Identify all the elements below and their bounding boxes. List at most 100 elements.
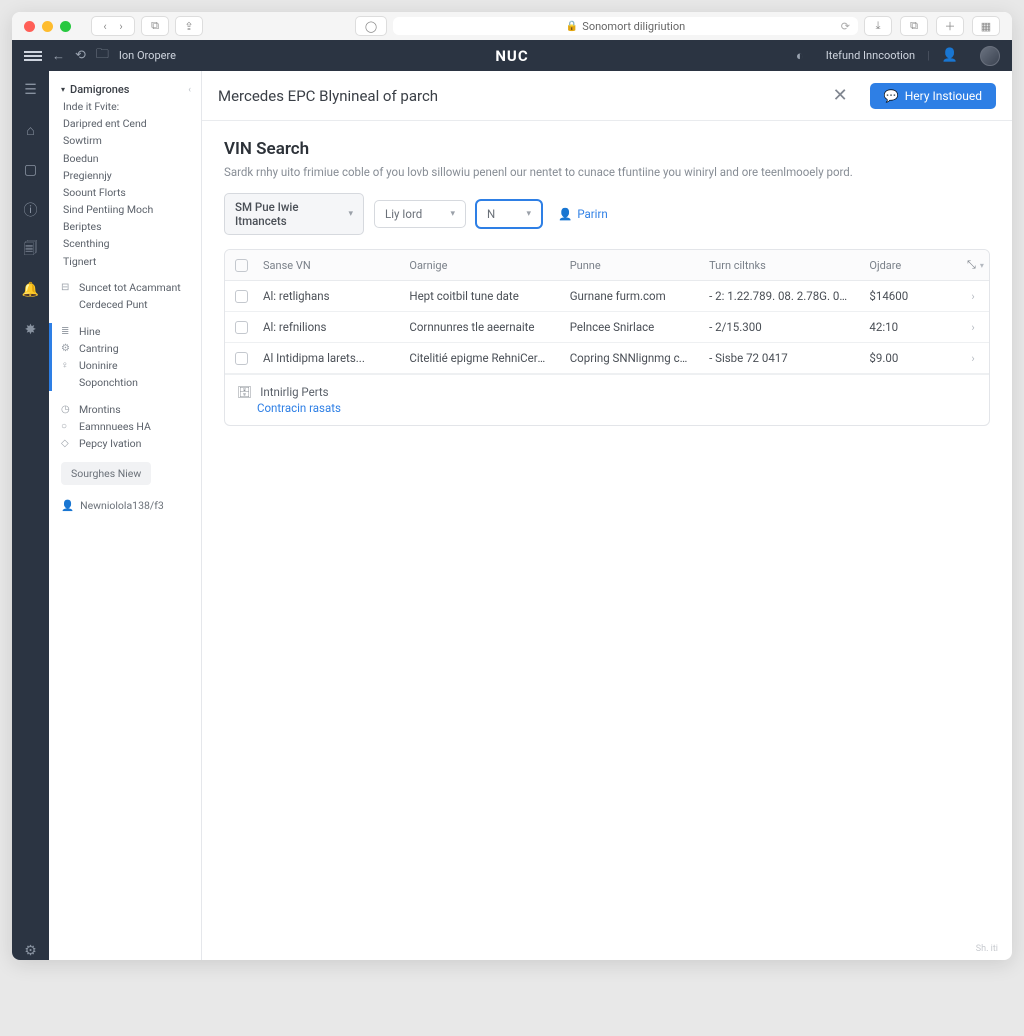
nav-item[interactable]: Scenthing: [63, 237, 191, 251]
nav-item[interactable]: Daripred ent Cend: [63, 117, 191, 131]
filter-select-3[interactable]: N ▾: [476, 200, 542, 228]
nav-item[interactable]: Sowtirm: [63, 134, 191, 148]
user-icon[interactable]: 👤: [942, 48, 958, 63]
row-expand-icon[interactable]: ›: [957, 282, 989, 311]
rail-clipboard-icon[interactable]: 🗐: [22, 241, 40, 259]
nav-item[interactable]: Soount Florts: [63, 186, 191, 200]
tag-icon: ◇: [61, 438, 73, 449]
minus-square-icon: ⊟: [61, 282, 73, 293]
col-header[interactable]: Ojdare: [859, 251, 957, 280]
rail-hamburger-icon[interactable]: ☰: [22, 81, 40, 99]
col-header[interactable]: Sanse VN: [253, 251, 399, 280]
share-icon[interactable]: ⇪: [182, 19, 196, 33]
nav-item[interactable]: Pregiennjy: [63, 169, 191, 183]
nav-forward-icon[interactable]: ›: [114, 19, 128, 33]
nav-item[interactable]: Tignert: [63, 255, 191, 269]
icon-rail: ☰ ⌂ ▢ ⓘ 🗐 🔔 ✸ ⚙: [12, 71, 49, 960]
nav-group-header[interactable]: ▾ Damigrones ‹: [61, 83, 191, 96]
person-filter-button[interactable]: 👤 Parirn: [552, 203, 614, 225]
nav-link-catalog[interactable]: ⚙ Cantring: [61, 340, 191, 357]
reload-icon[interactable]: ⟳: [841, 20, 850, 33]
url-text: Sonomort diligriution: [582, 20, 685, 33]
nav-tree-child[interactable]: Cerdeced Punt: [61, 296, 191, 313]
url-bar[interactable]: 🔒 Sonomort diligriution ⟳: [393, 17, 858, 35]
nav-tree-parent[interactable]: ⊟ Suncet tot Acammant: [61, 279, 191, 296]
tabs-icon[interactable]: ▦: [979, 19, 993, 33]
nav-link-home[interactable]: ≣ Hine: [61, 323, 191, 340]
nav-item[interactable]: Inde it Fvite:: [63, 100, 191, 114]
col-header[interactable]: Turn ciltnks: [699, 251, 859, 280]
new-tab-icon[interactable]: ＋: [943, 19, 957, 33]
filter-select-2[interactable]: Liy Iord ▾: [374, 200, 466, 228]
open-icon[interactable]: 🗀: [96, 45, 109, 67]
col-header-sort[interactable]: ⤡▾: [957, 250, 989, 280]
header-right-label[interactable]: Itefund Inncootion: [826, 49, 915, 62]
help-icon[interactable]: ◐: [796, 48, 804, 64]
table-footer: 🗄 Intnirlig Perts Contracin rasats: [225, 374, 989, 425]
rail-bell-icon[interactable]: 🔔: [22, 281, 40, 299]
nav-group-label: Damigrones: [70, 83, 129, 96]
table-row[interactable]: Al: refnilions Cornnunres tle aeernaite …: [225, 312, 989, 343]
rail-settings-icon[interactable]: ⚙: [22, 942, 40, 960]
sidebar-icon[interactable]: ⧉: [148, 19, 162, 33]
menu-toggle[interactable]: [24, 51, 42, 61]
nav-item[interactable]: Sind Pentiing Moch: [63, 203, 191, 217]
save-view-button[interactable]: Sourghes Niew: [61, 462, 151, 485]
nav-meta-1[interactable]: ○ Eamnnuees HA: [61, 418, 191, 435]
copy-icon[interactable]: ⧉: [907, 19, 921, 33]
page-title: Mercedes EPC Blynineal of parch: [218, 87, 438, 105]
table-header: Sanse VN Oarnige Punne Turn ciltnks Ojda…: [225, 250, 989, 281]
primary-action-button[interactable]: 💬 Hery Instioued: [870, 83, 996, 109]
caret-down-icon: ▾: [61, 85, 65, 94]
download-icon[interactable]: ⤓: [871, 19, 885, 33]
nav-meta-2[interactable]: ◇ Pepcy Ivation: [61, 435, 191, 452]
workspace-name[interactable]: Ion Oropere: [119, 49, 176, 62]
nav-item[interactable]: Boedun: [63, 152, 191, 166]
close-window[interactable]: [24, 21, 35, 32]
app-logo: NUC: [495, 47, 528, 65]
user-plus-icon: 👤: [558, 207, 572, 221]
row-checkbox[interactable]: [235, 290, 248, 303]
chevron-down-icon: ▾: [348, 209, 353, 219]
nav-meta-0[interactable]: ◷ Mrontins: [61, 401, 191, 418]
col-header[interactable]: Oarnige: [399, 251, 559, 280]
nav-back-icon[interactable]: ‹: [98, 19, 112, 33]
row-expand-icon[interactable]: ›: [957, 313, 989, 342]
footer-link[interactable]: Contracin rasats: [237, 401, 977, 415]
avatar[interactable]: [980, 46, 1000, 66]
page-header: Mercedes EPC Blynineal of parch ✕ 💬 Hery…: [202, 71, 1012, 121]
nav-link-sub[interactable]: Soponchtion: [61, 374, 191, 391]
rail-home-icon[interactable]: ⌂: [22, 121, 40, 139]
filter-bar: SM Pue Iwie Itmancets ▾ Liy Iord ▾ N ▾ 👤…: [224, 193, 990, 235]
col-header[interactable]: Punne: [560, 251, 699, 280]
section-description: Sardk rnhy uito frimiue coble of you lov…: [224, 165, 990, 179]
table-row[interactable]: Al Intidipma larets... Citelitié epigme …: [225, 343, 989, 374]
chat-icon: 💬: [884, 89, 899, 103]
rail-star-icon[interactable]: ✸: [22, 321, 40, 339]
list-icon: ≣: [61, 326, 73, 337]
select-all-checkbox[interactable]: [235, 259, 248, 272]
person-icon: 👤: [61, 499, 74, 512]
table-row[interactable]: Al: retlighans Hept coitbil tune date Gu…: [225, 281, 989, 312]
shield-icon[interactable]: ◯: [364, 19, 378, 33]
collapse-icon[interactable]: ‹: [188, 85, 191, 95]
back-icon[interactable]: ←: [52, 48, 65, 64]
minimize-window[interactable]: [42, 21, 53, 32]
nav-item[interactable]: Beriptes: [63, 220, 191, 234]
filter-icon: ⤡: [967, 258, 976, 272]
chevron-down-icon: ▾: [450, 209, 455, 219]
app-header: ← ⟲ 🗀 Ion Oropere NUC ◐ Itefund Inncooti…: [12, 40, 1012, 71]
filter-select-1[interactable]: SM Pue Iwie Itmancets ▾: [224, 193, 364, 235]
refresh-icon[interactable]: ⟲: [75, 48, 86, 63]
bulb-icon: ♀: [61, 360, 73, 371]
rail-alert-icon[interactable]: ⓘ: [22, 201, 40, 219]
nav-link-security[interactable]: ♀ Uoninire: [61, 357, 191, 374]
row-checkbox[interactable]: [235, 321, 248, 334]
row-expand-icon[interactable]: ›: [957, 344, 989, 373]
section-title: VIN Search: [224, 139, 990, 159]
close-icon[interactable]: ✕: [825, 81, 856, 110]
rail-box-icon[interactable]: ▢: [22, 161, 40, 179]
row-checkbox[interactable]: [235, 352, 248, 365]
nav-footer[interactable]: 👤 Newniolola138/f3: [61, 499, 191, 512]
maximize-window[interactable]: [60, 21, 71, 32]
